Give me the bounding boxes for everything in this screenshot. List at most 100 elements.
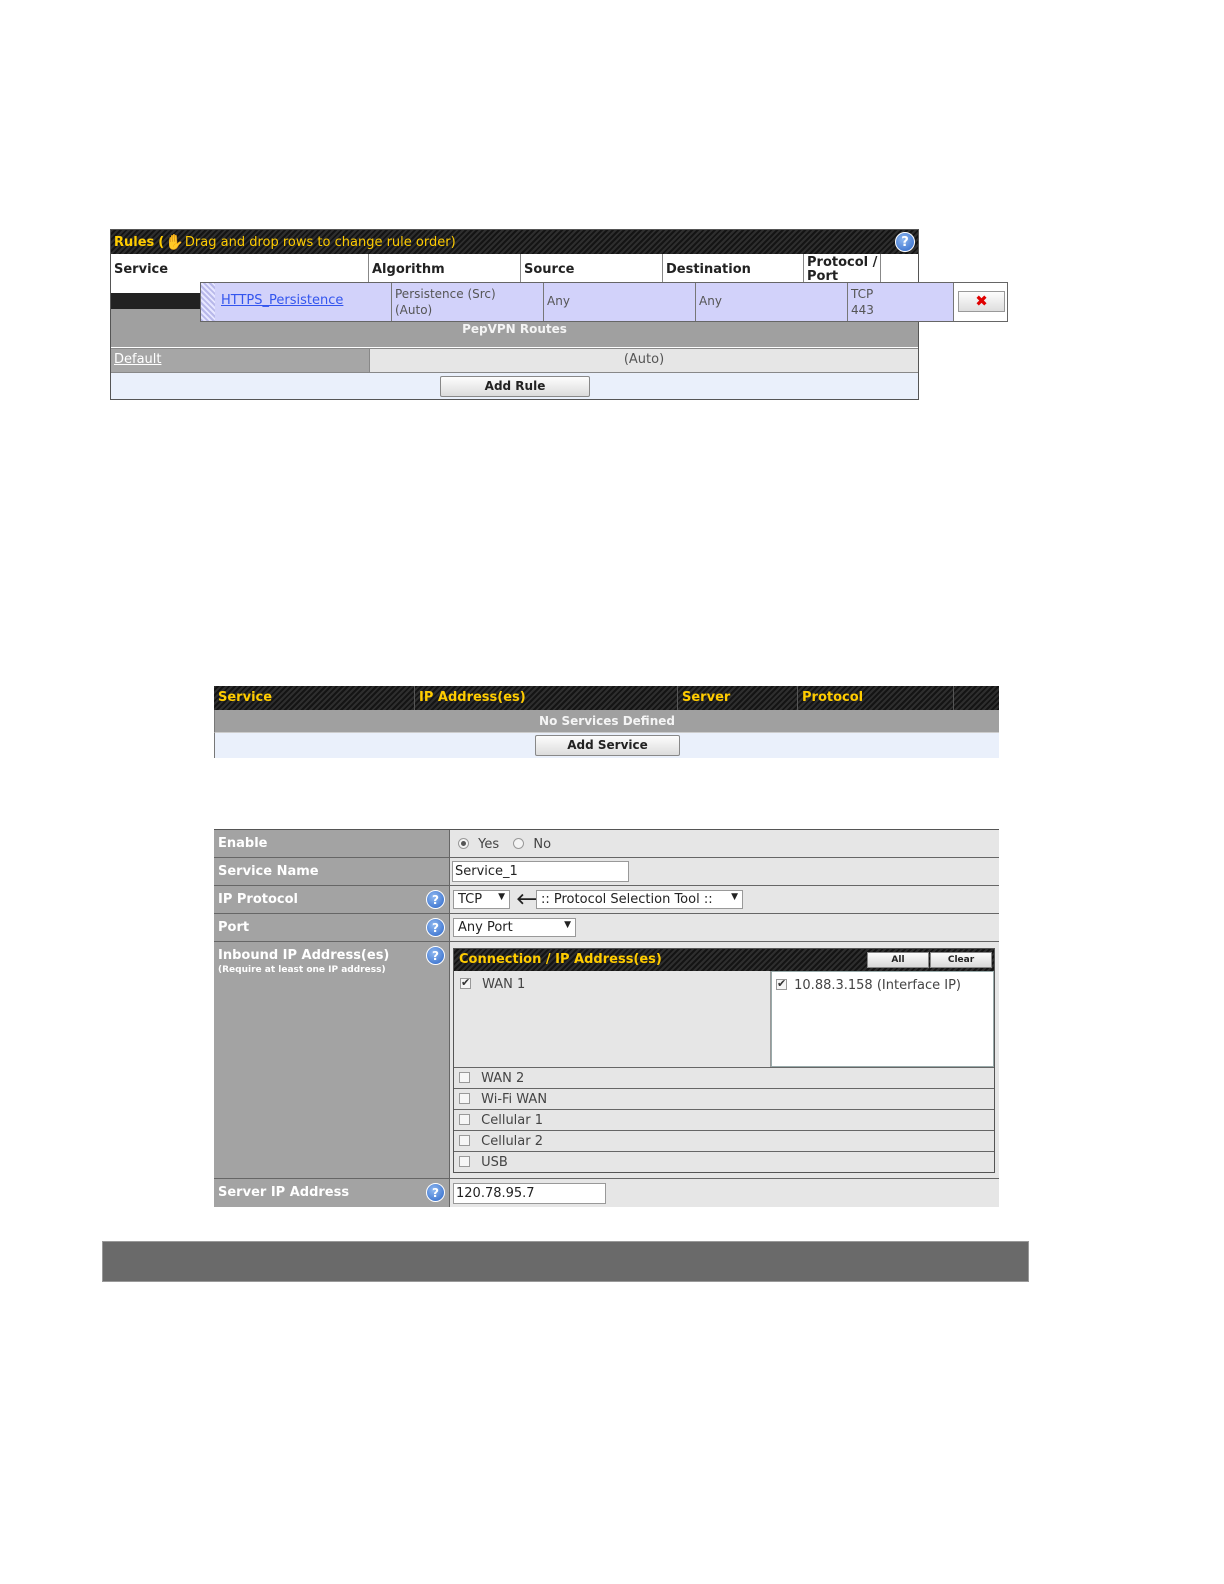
add-service-row: Add Service [214, 732, 999, 758]
wifi-wan-label: Wi-Fi WAN [481, 1092, 548, 1107]
service-name-value: Service_1 [450, 858, 999, 885]
wan1-row: WAN 1 10.88.3.158 (Interface IP) [454, 971, 994, 1068]
wan1-ip-label: 10.88.3.158 (Interface IP) [794, 978, 961, 993]
help-icon[interactable]: ? [426, 946, 445, 965]
service-name-input[interactable]: Service_1 [452, 861, 629, 882]
footer-bar [102, 1241, 1029, 1282]
services-table: Service IP Address(es) Server Protocol N… [214, 686, 999, 758]
rule-algorithm-line2: (Auto) [395, 303, 433, 317]
help-icon[interactable]: ? [426, 1183, 445, 1202]
connection-item: Wi-Fi WAN [454, 1089, 994, 1110]
protocol-selection-tool[interactable]: :: Protocol Selection Tool :: ▼ [536, 890, 743, 909]
help-icon[interactable]: ? [895, 232, 915, 252]
col-algorithm: Algorithm [369, 254, 521, 283]
ip-protocol-select[interactable]: TCP ▼ [453, 890, 510, 909]
rules-title: Rules [114, 234, 155, 250]
add-service-button[interactable]: Add Service [535, 735, 680, 756]
server-ip-row: Server IP Address ? 120.78.95.7 [214, 1179, 999, 1207]
port-select[interactable]: Any Port ▼ [453, 918, 576, 937]
chevron-down-icon: ▼ [731, 892, 738, 902]
cellular1-label: Cellular 1 [481, 1113, 544, 1128]
rule-destination: Any [696, 283, 848, 321]
ip-protocol-row: IP Protocol ? TCP ▼ 🡐 :: Protocol Select… [214, 886, 999, 914]
rules-header: Rules ( ✋ Drag and drop rows to change r… [111, 230, 918, 254]
services-header: Service IP Address(es) Server Protocol [214, 686, 999, 710]
col-server: Server [678, 686, 798, 710]
rule-algorithm-line1: Persistence (Src) [395, 287, 496, 301]
usb-label: USB [481, 1155, 508, 1170]
help-icon[interactable]: ? [426, 918, 445, 937]
col-service: Service [214, 686, 415, 710]
wan1-checkbox[interactable] [460, 976, 471, 989]
drop-placeholder [111, 293, 203, 309]
connection-header: Connection / IP Address(es) All Clear [454, 949, 994, 971]
ip-protocol-label: IP Protocol [218, 892, 298, 907]
default-rule-cell: Default [111, 349, 369, 372]
rules-column-headers: Service Algorithm Source Destination Pro… [111, 254, 918, 283]
cellular2-label: Cellular 2 [481, 1134, 544, 1149]
protocol-selection-tool-label: :: Protocol Selection Tool :: [541, 892, 713, 907]
server-ip-input[interactable]: 120.78.95.7 [453, 1183, 606, 1204]
port-selected: Any Port [458, 920, 513, 935]
rule-protocol-line2: 443 [851, 303, 874, 317]
connection-item: Cellular 1 [454, 1110, 994, 1131]
connection-item: Cellular 2 [454, 1131, 994, 1152]
default-rule-link[interactable]: Default [114, 352, 162, 367]
ip-protocol-label-cell: IP Protocol ? [214, 886, 450, 913]
rules-hint: Drag and drop rows to change rule order) [184, 234, 456, 250]
default-rule-row: Default (Auto) [111, 348, 918, 372]
wan1-cell: WAN 1 [454, 971, 771, 1067]
dragged-rule-row[interactable]: HTTPS_Persistence Persistence (Src) (Aut… [200, 282, 1008, 322]
ip-protocol-value: TCP ▼ 🡐 :: Protocol Selection Tool :: ▼ [450, 886, 999, 913]
drag-hand-icon: ✋ [165, 233, 184, 251]
port-label-cell: Port ? [214, 914, 450, 941]
col-service: Service [111, 254, 369, 283]
server-ip-label: Server IP Address [218, 1185, 350, 1200]
chevron-down-icon: ▼ [498, 892, 505, 902]
wan2-label: WAN 2 [481, 1071, 525, 1086]
col-ip-addresses: IP Address(es) [415, 686, 678, 710]
enable-label: Enable [214, 830, 450, 857]
enable-no-label: No [533, 837, 552, 852]
inbound-ip-row: Inbound IP Address(es) (Require at least… [214, 942, 999, 1179]
port-row: Port ? Any Port ▼ [214, 914, 999, 942]
drag-handle[interactable] [201, 283, 215, 321]
server-ip-label-cell: Server IP Address ? [214, 1179, 450, 1207]
no-services-label: No Services Defined [214, 710, 999, 732]
enable-value: Yes No [450, 830, 999, 857]
wan1-ip-checkbox[interactable] [776, 977, 787, 990]
rule-protocol: TCP 443 [848, 283, 954, 321]
enable-radios: Yes No [458, 837, 551, 852]
enable-no-radio[interactable] [513, 838, 525, 849]
enable-yes-label: Yes [478, 837, 500, 852]
clear-button[interactable]: Clear [930, 952, 992, 968]
select-all-button[interactable]: All [867, 952, 929, 968]
service-name-label: Service Name [214, 858, 450, 885]
rule-service-link[interactable]: HTTPS_Persistence [215, 283, 392, 321]
wifi-wan-checkbox[interactable] [459, 1093, 470, 1104]
delete-rule-button[interactable]: ✖ [958, 291, 1005, 312]
inbound-ip-value: Connection / IP Address(es) All Clear WA… [450, 942, 999, 1178]
inbound-ip-label-cell: Inbound IP Address(es) (Require at least… [214, 942, 450, 1178]
cellular1-checkbox[interactable] [459, 1114, 470, 1125]
usb-checkbox[interactable] [459, 1156, 470, 1167]
help-icon[interactable]: ? [426, 890, 445, 909]
cellular2-checkbox[interactable] [459, 1135, 470, 1146]
connection-item: WAN 2 [454, 1068, 994, 1089]
server-ip-value: 120.78.95.7 [450, 1179, 999, 1207]
col-protocol: Protocol [798, 686, 954, 710]
rule-algorithm: Persistence (Src) (Auto) [392, 283, 544, 321]
port-label: Port [218, 920, 250, 935]
enable-yes-radio[interactable] [458, 838, 469, 849]
col-protocol-port: Protocol / Port [804, 254, 881, 283]
add-rule-button[interactable]: Add Rule [440, 376, 590, 397]
wan1-label: WAN 1 [482, 977, 526, 992]
rule-source: Any [544, 283, 696, 321]
rule-delete-cell: ✖ [954, 283, 1007, 321]
wan2-checkbox[interactable] [459, 1072, 470, 1083]
connection-item: USB [454, 1152, 994, 1173]
delete-x-icon: ✖ [975, 292, 988, 310]
inbound-ip-label: Inbound IP Address(es) [218, 948, 390, 963]
rules-open-paren: ( [158, 234, 165, 250]
enable-row: Enable Yes No [214, 830, 999, 858]
